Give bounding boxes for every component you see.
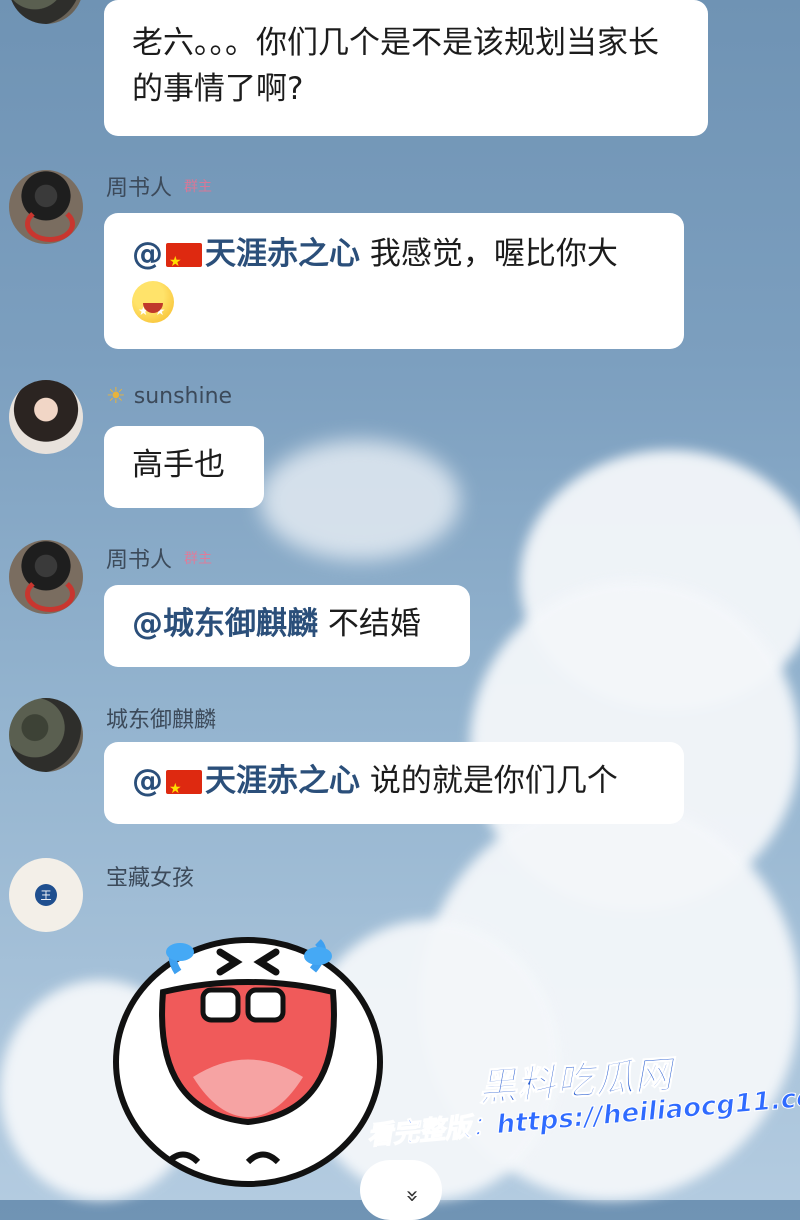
avatar[interactable] [9, 380, 83, 454]
china-flag-icon [166, 239, 202, 285]
message-bubble: @城东御麒麟 不结婚 [104, 585, 470, 667]
laughing-crying-sticker[interactable] [108, 912, 398, 1200]
mention[interactable]: @城东御麒麟 [132, 606, 318, 642]
cloud [260, 440, 460, 560]
sender-name-row: 宝藏女孩 [106, 860, 194, 892]
message-text: 说的就是你们几个 [369, 763, 618, 799]
mention-at: @ [132, 763, 163, 799]
avatar[interactable] [9, 170, 83, 244]
sender-name: 周书人 [106, 548, 173, 573]
message-bubble: 高手也 [104, 426, 264, 508]
sender-name-row: 城东御麒麟 [106, 702, 216, 734]
star-struck-emoji-icon [132, 280, 174, 334]
message-bubble: @ 天涯赤之心 说的就是你们几个 [104, 742, 684, 824]
sender-name: 城东御麒麟 [106, 708, 217, 733]
message-text: 我感觉，喔比你大 [369, 236, 618, 272]
mention-name: 天涯赤之心 [205, 763, 360, 799]
owner-tag: 群主 [184, 179, 213, 195]
message-text: 老六。。。你们几个是不是该规划当家长的事情了啊? [132, 25, 659, 107]
message-bubble: 老六。。。你们几个是不是该规划当家长的事情了啊? [104, 0, 708, 136]
sun-icon: ☀ [106, 384, 126, 409]
sender-name: 周书人 [106, 176, 173, 201]
avatar[interactable] [9, 0, 83, 24]
chevron-double-down-icon: » [400, 1189, 425, 1203]
avatar[interactable] [9, 540, 83, 614]
china-flag-icon [166, 766, 202, 812]
mention[interactable]: @ 天涯赤之心 [132, 763, 360, 812]
owner-tag: 群主 [184, 551, 213, 567]
message-bubble: @ 天涯赤之心 我感觉，喔比你大 [104, 213, 684, 349]
avatar[interactable] [9, 698, 83, 772]
scroll-down-button[interactable]: » [360, 1160, 442, 1220]
sender-name-row: 周书人 群主 [106, 170, 216, 202]
mention[interactable]: @ 天涯赤之心 [132, 236, 360, 285]
mention-at: @ [132, 236, 163, 272]
avatar[interactable]: 王 [9, 858, 83, 932]
sender-name-row: ☀ sunshine [106, 384, 232, 409]
message-text: 高手也 [132, 447, 225, 483]
message-text: 不结婚 [327, 606, 421, 642]
sender-name: sunshine [133, 384, 233, 409]
sender-name: 宝藏女孩 [106, 866, 195, 891]
sender-name-row: 周书人 群主 [106, 542, 216, 574]
mention-name: 天涯赤之心 [205, 236, 360, 272]
avatar-badge: 王 [35, 884, 57, 906]
